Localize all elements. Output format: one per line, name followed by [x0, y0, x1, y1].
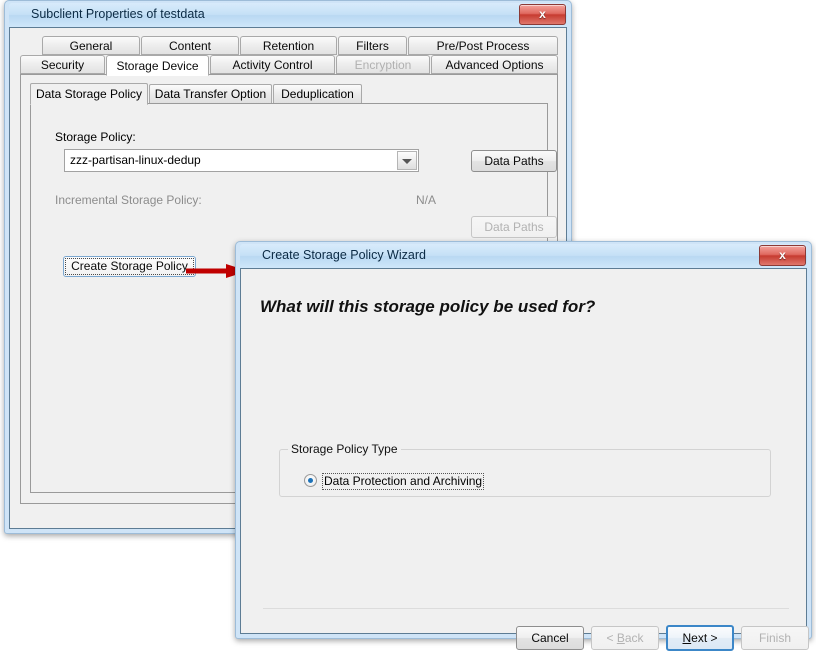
- tab-activity-control[interactable]: Activity Control: [210, 55, 335, 74]
- tab-advanced-options[interactable]: Advanced Options: [431, 55, 558, 74]
- tab-content[interactable]: Content: [141, 36, 239, 55]
- inner-tab-data-transfer-option[interactable]: Data Transfer Option: [149, 84, 272, 104]
- tab-storage-device[interactable]: Storage Device: [106, 55, 209, 76]
- tabstrip-row-2: Security Storage Device Activity Control…: [20, 55, 558, 76]
- finish-button-label: Finish: [758, 631, 791, 645]
- radio-button-icon[interactable]: [304, 474, 317, 487]
- finish-button: Finish: [741, 626, 809, 650]
- inner-tab-data-storage-policy[interactable]: Data Storage Policy: [30, 83, 148, 105]
- storage-device-inner-tabs: Data Storage Policy Data Transfer Option…: [30, 83, 548, 105]
- next-button-label: Next >: [682, 631, 718, 645]
- wizard-window-title: Create Storage Policy Wizard: [262, 248, 426, 262]
- cancel-button-label: Cancel: [531, 631, 569, 645]
- subclient-titlebar: Subclient Properties of testdata x: [9, 3, 567, 27]
- storage-policy-type-groupbox: Storage Policy Type Data Protection and …: [279, 442, 771, 497]
- tab-security[interactable]: Security: [20, 55, 105, 74]
- incremental-data-paths-button: Data Paths: [471, 216, 557, 238]
- tab-encryption: Encryption: [336, 55, 430, 74]
- tab-retention[interactable]: Retention: [240, 36, 337, 55]
- storage-policy-value: zzz-partisan-linux-dedup: [70, 153, 201, 167]
- back-button: < Back: [591, 626, 659, 650]
- wizard-heading: What will this storage policy be used fo…: [260, 297, 596, 316]
- wizard-titlebar: Create Storage Policy Wizard x: [240, 244, 807, 268]
- subclient-window-title: Subclient Properties of testdata: [31, 7, 205, 21]
- close-icon[interactable]: x: [759, 245, 806, 266]
- next-button[interactable]: Next >: [666, 625, 734, 651]
- radio-selected-dot: [308, 478, 313, 483]
- incremental-storage-policy-label: Incremental Storage Policy:: [55, 193, 202, 207]
- tab-filters[interactable]: Filters: [338, 36, 407, 55]
- tab-pre-post-process[interactable]: Pre/Post Process: [408, 36, 558, 55]
- create-storage-policy-wizard-window: Create Storage Policy Wizard x What will…: [235, 241, 812, 651]
- wizard-window-body: What will this storage policy be used fo…: [240, 268, 809, 651]
- create-storage-policy-button-label: Create Storage Policy: [71, 259, 188, 273]
- storage-policy-label: Storage Policy:: [55, 130, 136, 144]
- chevron-down-icon[interactable]: [397, 151, 417, 170]
- cancel-button[interactable]: Cancel: [516, 626, 584, 650]
- tabstrip-row-1: General Content Retention Filters Pre/Po…: [20, 36, 558, 55]
- incremental-data-paths-button-label: Data Paths: [484, 220, 544, 234]
- create-storage-policy-button[interactable]: Create Storage Policy: [63, 256, 196, 277]
- back-button-label: < Back: [606, 631, 644, 645]
- footer-separator: [263, 608, 789, 609]
- data-paths-button-label: Data Paths: [484, 154, 544, 168]
- storage-policy-combobox[interactable]: zzz-partisan-linux-dedup: [64, 149, 419, 172]
- storage-policy-type-legend: Storage Policy Type: [288, 442, 401, 456]
- subclient-tabstrip: General Content Retention Filters Pre/Po…: [20, 36, 558, 76]
- data-paths-button[interactable]: Data Paths: [471, 150, 557, 172]
- incremental-storage-policy-value: N/A: [416, 193, 437, 207]
- close-icon[interactable]: x: [519, 4, 566, 25]
- tab-general[interactable]: General: [42, 36, 140, 55]
- radio-option-label[interactable]: Data Protection and Archiving: [322, 473, 485, 490]
- inner-tab-deduplication[interactable]: Deduplication: [273, 84, 362, 104]
